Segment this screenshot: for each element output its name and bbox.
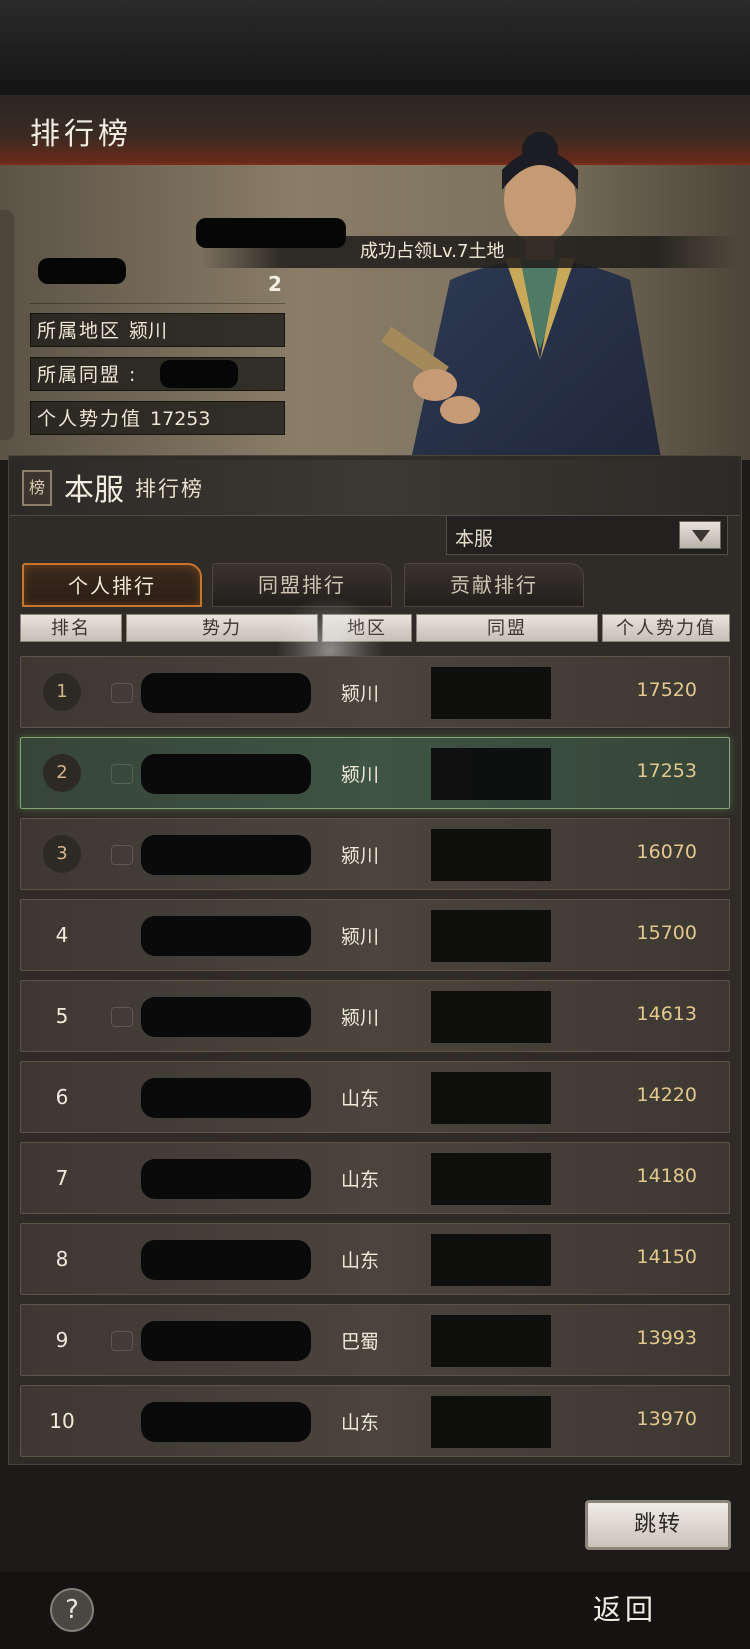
row-region: 巴蜀 xyxy=(341,1331,380,1353)
jump-button[interactable]: 跳转 xyxy=(585,1500,731,1550)
redacted-faction xyxy=(141,1078,311,1118)
row-region: 山东 xyxy=(341,1250,380,1272)
row-power-value: 13970 xyxy=(636,1408,697,1430)
redacted-player-name xyxy=(196,218,346,248)
row-power-value: 17253 xyxy=(636,760,697,782)
redacted-alliance xyxy=(431,1234,551,1286)
region-info: 所属地区 颍川 xyxy=(30,313,285,347)
row-rank: 6 xyxy=(55,1085,69,1109)
row-region: 山东 xyxy=(341,1088,380,1110)
server-dropdown[interactable]: 本服 xyxy=(446,515,728,555)
chevron-down-icon[interactable] xyxy=(679,521,721,549)
row-region: 颍川 xyxy=(341,683,380,705)
row-power-value: 16070 xyxy=(636,841,697,863)
alliance-value: : xyxy=(129,364,136,386)
redacted-faction xyxy=(141,1159,311,1199)
row-region: 山东 xyxy=(341,1412,380,1434)
column-rank: 排名 xyxy=(20,614,122,642)
ranking-badge-icon: 榜 xyxy=(22,470,52,506)
redacted-alliance xyxy=(431,1396,551,1448)
redacted-alliance xyxy=(431,1153,551,1205)
redacted-faction xyxy=(141,916,311,956)
row-rank: 9 xyxy=(55,1328,69,1352)
table-row-self[interactable]: 2 颍川 17253 xyxy=(20,737,730,809)
row-region: 颍川 xyxy=(341,845,380,867)
table-row[interactable]: 1 颍川 17520 xyxy=(20,656,730,728)
column-alliance: 同盟 xyxy=(416,614,598,642)
column-power: 个人势力值 xyxy=(602,614,730,642)
table-row[interactable]: 3 颍川 16070 xyxy=(20,818,730,890)
faction-emblem-icon xyxy=(111,1007,133,1027)
table-row[interactable]: 10 山东 13970 xyxy=(20,1385,730,1457)
profile-side-tab[interactable] xyxy=(0,210,14,440)
row-power-value: 14613 xyxy=(636,1003,697,1025)
row-region: 颍川 xyxy=(341,1007,380,1029)
redacted-faction xyxy=(141,835,311,875)
row-region: 颍川 xyxy=(341,764,380,786)
redacted-alliance xyxy=(431,910,551,962)
server-title: 本服 xyxy=(64,473,124,508)
character-portrait xyxy=(381,132,670,510)
row-power-value: 15700 xyxy=(636,922,697,944)
alliance-label: 所属同盟 xyxy=(37,364,122,386)
faction-emblem-icon xyxy=(111,764,133,784)
redacted-alliance xyxy=(431,829,551,881)
headline-text: 成功占领Lv.7土地 xyxy=(360,241,505,262)
row-region: 山东 xyxy=(341,1169,380,1191)
redacted-alliance xyxy=(431,1072,551,1124)
page-title: 排行榜 xyxy=(30,117,132,152)
table-row[interactable]: 4 颍川 15700 xyxy=(20,899,730,971)
faction-emblem-icon xyxy=(111,683,133,703)
redacted-alliance xyxy=(431,667,551,719)
row-power-value: 17520 xyxy=(636,679,697,701)
power-label: 个人势力值 xyxy=(37,408,143,430)
tab-contribution-ranking[interactable]: 贡献排行 xyxy=(404,563,584,607)
ranking-subtitle: 排行榜 xyxy=(135,477,204,501)
redacted-faction-name xyxy=(38,258,126,284)
redacted-faction xyxy=(141,673,311,713)
row-rank: 7 xyxy=(55,1166,69,1190)
row-region: 颍川 xyxy=(341,926,380,948)
redacted-faction xyxy=(141,754,311,794)
back-button[interactable]: 返回 xyxy=(560,1586,694,1634)
alliance-info: 所属同盟: xyxy=(30,357,285,391)
region-label: 所属地区 xyxy=(37,320,122,342)
help-icon[interactable]: ? xyxy=(50,1588,94,1632)
table-row[interactable]: 8 山东 14150 xyxy=(20,1223,730,1295)
row-rank: 4 xyxy=(55,923,69,947)
region-value: 颍川 xyxy=(129,320,168,342)
row-rank: 2 xyxy=(43,754,81,792)
row-power-value: 14220 xyxy=(636,1084,697,1106)
redacted-faction xyxy=(141,1240,311,1280)
table-row[interactable]: 6 山东 14220 xyxy=(20,1061,730,1133)
player-rank: 2 xyxy=(268,272,282,296)
row-rank: 1 xyxy=(43,673,81,711)
table-row[interactable]: 7 山东 14180 xyxy=(20,1142,730,1214)
power-value: 17253 xyxy=(150,408,211,430)
redacted-alliance-name xyxy=(160,360,238,388)
row-rank: 5 xyxy=(55,1004,69,1028)
power-info: 个人势力值 17253 xyxy=(30,401,285,435)
redacted-faction xyxy=(141,1402,311,1442)
faction-emblem-icon xyxy=(111,845,133,865)
row-rank: 8 xyxy=(55,1247,69,1271)
table-row[interactable]: 5 颍川 14613 xyxy=(20,980,730,1052)
row-rank: 3 xyxy=(43,835,81,873)
tab-alliance-ranking[interactable]: 同盟排行 xyxy=(212,563,392,607)
redacted-alliance xyxy=(431,991,551,1043)
server-dropdown-value: 本服 xyxy=(455,528,494,550)
row-rank: 10 xyxy=(49,1409,75,1433)
table-row[interactable]: 9 巴蜀 13993 xyxy=(20,1304,730,1376)
row-power-value: 13993 xyxy=(636,1327,697,1349)
tab-personal-ranking[interactable]: 个人排行 xyxy=(22,563,202,607)
redacted-alliance xyxy=(431,1315,551,1367)
row-power-value: 14180 xyxy=(636,1165,697,1187)
row-power-value: 14150 xyxy=(636,1246,697,1268)
redacted-alliance xyxy=(431,748,551,800)
faction-emblem-icon xyxy=(111,1331,133,1351)
redacted-faction xyxy=(141,997,311,1037)
redacted-faction xyxy=(141,1321,311,1361)
